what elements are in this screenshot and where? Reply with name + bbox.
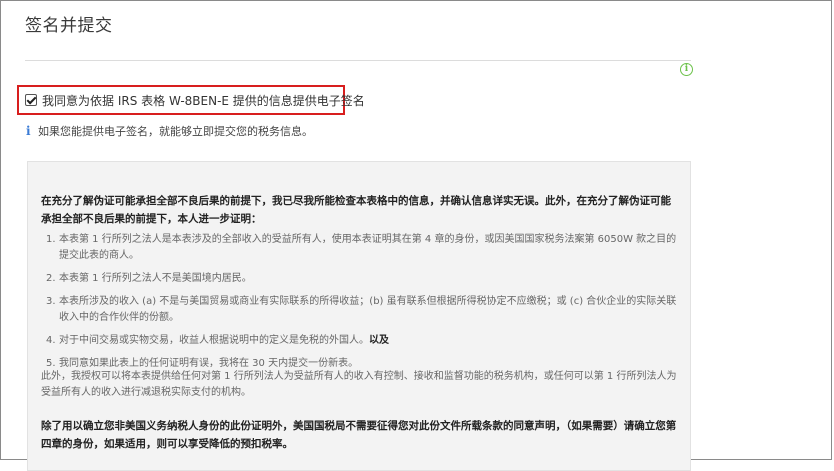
certification-item: 3. 本表所涉及的收入 (a) 不是与美国贸易或商业有实际联系的所得收益；(b)…: [41, 294, 681, 326]
item-number: 3.: [46, 296, 56, 307]
item-text: 本表第 1 行所列之法人不是美国境内居民。: [59, 273, 252, 284]
certification-intro: 在充分了解伪证可能承担全部不良后果的前提下，我已尽我所能检查本表格中的信息，并确…: [41, 195, 671, 225]
esign-hint-text: 如果您能提供电子签名，就能够立即提交您的税务信息。: [38, 125, 313, 138]
certification-item: 4. 对于中间交易或实物交易，收益人根据说明中的定义是免税的外国人。以及: [41, 333, 681, 349]
item-text: 对于中间交易或实物交易，收益人根据说明中的定义是免税的外国人。: [59, 335, 369, 346]
item-number: 4.: [46, 335, 56, 346]
esign-consent-label[interactable]: 我同意为依据 IRS 表格 W-8BEN-E 提供的信息提供电子签名: [42, 92, 365, 109]
item-bold-suffix: 以及: [369, 335, 389, 346]
final-statement: 除了用以确立您非美国义务纳税人身份的此份证明外，美国国税局不需要征得您对此份文件…: [41, 420, 677, 450]
item-text: 我同意如果此表上的任何证明有误，我将在 30 天内提交一份新表。: [59, 358, 359, 369]
item-text: 本表第 1 行所列之法人是本表涉及的全部收入的受益所有人，使用本表证明其在第 4…: [59, 234, 677, 261]
item-number: 2.: [46, 273, 56, 284]
info-icon[interactable]: i: [680, 63, 693, 76]
page-title: 签名并提交: [25, 16, 113, 36]
window-frame: 签名并提交 i 我同意为依据 IRS 表格 W-8BEN-E 提供的信息提供电子…: [0, 0, 832, 471]
section-divider: [25, 60, 691, 61]
esign-consent-checkbox[interactable]: [25, 94, 37, 106]
item-text: 本表所涉及的收入 (a) 不是与美国贸易或商业有实际联系的所得收益；(b) 虽有…: [59, 296, 677, 323]
certification-item: 1. 本表第 1 行所列之法人是本表涉及的全部收入的受益所有人，使用本表证明其在…: [41, 232, 681, 264]
item-number: 1.: [46, 234, 56, 245]
info-hint-icon: i: [26, 124, 31, 138]
authorization-paragraph: 此外，我授权可以将本表提供给任何对第 1 行所列法人为受益所有人的收入有控制、接…: [41, 371, 677, 398]
certification-list: 1. 本表第 1 行所列之法人是本表涉及的全部收入的受益所有人，使用本表证明其在…: [41, 232, 681, 379]
certification-item: 2. 本表第 1 行所列之法人不是美国境内居民。: [41, 271, 681, 287]
